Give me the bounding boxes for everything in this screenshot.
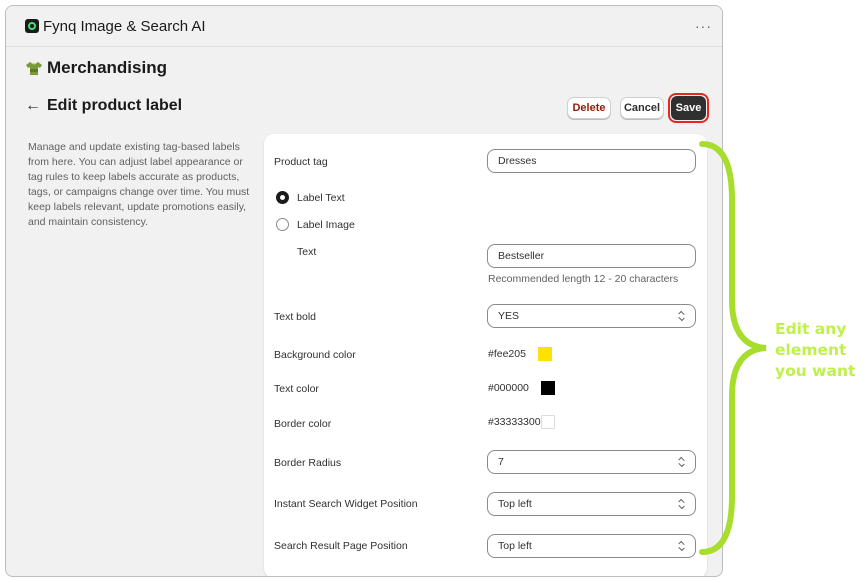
app-title: Fynq Image & Search AI — [43, 17, 206, 35]
curly-brace-icon — [699, 141, 767, 555]
instant-search-position-select[interactable]: Top left — [487, 492, 696, 516]
text-color-swatch[interactable] — [540, 381, 555, 395]
text-length-hint: Recommended length 12 - 20 characters — [488, 273, 679, 285]
text-label: Text — [297, 246, 317, 258]
callout-line-2: element — [775, 341, 847, 359]
text-color-label: Text color — [274, 383, 319, 395]
radio-label-image-label: Label Image — [297, 218, 355, 231]
border-radius-value: 7 — [498, 456, 504, 468]
edit-callout: Edit any element you want — [775, 319, 867, 382]
label-form-card: Product tag Dresses Label Text Label Ima… — [264, 134, 707, 576]
search-result-position-select[interactable]: Top left — [487, 534, 696, 558]
save-button[interactable]: Save — [671, 96, 706, 120]
section-title: Merchandising — [47, 58, 167, 77]
text-bold-label: Text bold — [274, 311, 317, 323]
radio-unchecked-icon — [276, 218, 289, 231]
border-radius-select[interactable]: 7 — [487, 450, 696, 474]
background-color-label: Background color — [274, 349, 356, 361]
instant-search-position-value: Top left — [498, 498, 532, 510]
more-horizontal-icon[interactable]: ··· — [695, 18, 712, 34]
background-color-value: #fee205 — [488, 348, 526, 360]
cancel-button[interactable]: Cancel — [620, 97, 664, 119]
border-color-swatch[interactable] — [540, 415, 555, 429]
background-color-row: #fee205 — [488, 347, 552, 361]
select-chevron-icon — [677, 498, 686, 510]
app-window: Fynq Image & Search AI ··· Merchandising… — [5, 5, 723, 577]
select-chevron-icon — [677, 540, 686, 552]
page-header: ← Edit product label Delete Cancel Save — [25, 93, 709, 123]
background-color-swatch[interactable] — [537, 347, 552, 361]
text-color-value: #000000 — [488, 382, 529, 394]
label-text-input[interactable]: Bestseller — [487, 244, 696, 268]
search-result-position-value: Top left — [498, 540, 532, 552]
radio-label-text-label: Label Text — [297, 191, 345, 204]
delete-button[interactable]: Delete — [567, 97, 611, 119]
save-button-highlight: Save — [668, 93, 709, 123]
page-title: Edit product label — [47, 97, 183, 114]
arrow-left-icon[interactable]: ← — [25, 97, 41, 115]
radio-label-image[interactable]: Label Image — [276, 218, 355, 231]
callout-line-1: Edit any — [775, 320, 847, 338]
border-color-label: Border color — [274, 418, 332, 430]
select-chevron-icon — [677, 310, 686, 322]
text-bold-select[interactable]: YES — [487, 304, 696, 328]
product-tag-input[interactable]: Dresses — [487, 149, 696, 173]
section-header: Merchandising — [25, 58, 167, 78]
app-topbar: Fynq Image & Search AI ··· — [6, 6, 722, 47]
callout-line-3: you want — [775, 362, 856, 380]
border-color-value: #33333300 — [488, 416, 541, 428]
border-radius-label: Border Radius — [274, 457, 342, 469]
select-chevron-icon — [677, 456, 686, 468]
tshirt-icon — [26, 62, 42, 75]
radio-checked-icon — [276, 191, 289, 204]
page-description: Manage and update existing tag-based lab… — [28, 141, 250, 228]
app-logo-icon — [25, 19, 39, 33]
instant-search-position-label: Instant Search Widget Position — [274, 498, 418, 510]
product-tag-label: Product tag — [274, 156, 328, 168]
text-bold-value: YES — [498, 310, 520, 322]
search-result-position-label: Search Result Page Position — [274, 540, 408, 552]
radio-label-text[interactable]: Label Text — [276, 191, 345, 204]
border-color-row: #33333300 — [488, 415, 555, 429]
text-color-row: #000000 — [488, 381, 555, 395]
